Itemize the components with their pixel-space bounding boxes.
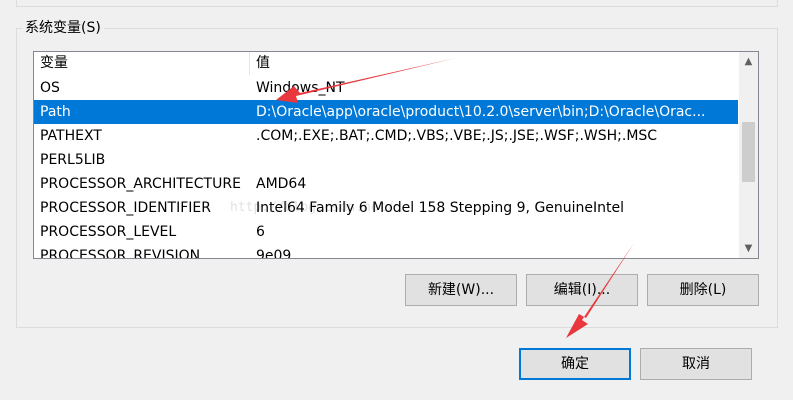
- variable-name: PROCESSOR_LEVEL: [40, 224, 177, 240]
- new-button[interactable]: 新建(W)...: [405, 274, 517, 306]
- list-rows: OS Windows_NT Path D:\Oracle\app\oracle\…: [34, 76, 738, 259]
- list-row-selected[interactable]: Path D:\Oracle\app\oracle\product\10.2.0…: [34, 100, 738, 124]
- variable-name: OS: [40, 80, 60, 96]
- list-row[interactable]: PATHEXT .COM;.EXE;.BAT;.CMD;.VBS;.VBE;.J…: [34, 124, 738, 148]
- variable-value: 6: [256, 224, 265, 240]
- list-row[interactable]: PROCESSOR_LEVEL 6: [34, 220, 738, 244]
- list-header: 变量 值: [34, 52, 738, 75]
- variable-name: Path: [40, 104, 71, 120]
- list-row[interactable]: OS Windows_NT: [34, 76, 738, 100]
- variable-value: Windows_NT: [256, 80, 345, 96]
- variable-name: PROCESSOR_IDENTIFIER: [40, 200, 211, 216]
- scroll-thumb[interactable]: [742, 122, 755, 182]
- cancel-button[interactable]: 取消: [640, 348, 752, 380]
- variable-value: AMD64: [256, 176, 307, 192]
- ok-button[interactable]: 确定: [519, 348, 631, 380]
- system-variables-list[interactable]: 变量 值 OS Windows_NT Path D:\Oracle\app\or…: [33, 51, 759, 259]
- list-row[interactable]: PROCESSOR_ARCHITECTURE AMD64: [34, 172, 738, 196]
- variable-name: PROCESSOR_ARCHITECTURE: [40, 176, 241, 192]
- column-header-value[interactable]: 值: [250, 52, 738, 75]
- variable-value: D:\Oracle\app\oracle\product\10.2.0\serv…: [256, 104, 706, 120]
- delete-button[interactable]: 删除(L): [647, 274, 759, 306]
- scroll-down-icon[interactable]: ▼: [739, 239, 758, 258]
- variable-name: PATHEXT: [40, 128, 102, 144]
- group-title: 系统变量(S): [22, 18, 104, 38]
- edit-button[interactable]: 编辑(I)...: [526, 274, 638, 306]
- list-row[interactable]: PROCESSOR_REVISION 9e09: [34, 244, 738, 259]
- column-header-variable[interactable]: 变量: [34, 52, 250, 75]
- scroll-up-icon[interactable]: ▲: [739, 52, 758, 71]
- variable-name: PROCESSOR_REVISION: [40, 248, 201, 259]
- watermark: http://blog.csdn.net/: [230, 200, 395, 215]
- variable-value: 9e09: [256, 248, 292, 259]
- vertical-scrollbar[interactable]: ▲ ▼: [739, 52, 758, 258]
- previous-group-frame: [16, 0, 778, 7]
- variable-name: PERL5LIB: [40, 152, 106, 168]
- variable-value: .COM;.EXE;.BAT;.CMD;.VBS;.VBE;.JS;.JSE;.…: [256, 128, 658, 144]
- list-row[interactable]: PERL5LIB: [34, 148, 738, 172]
